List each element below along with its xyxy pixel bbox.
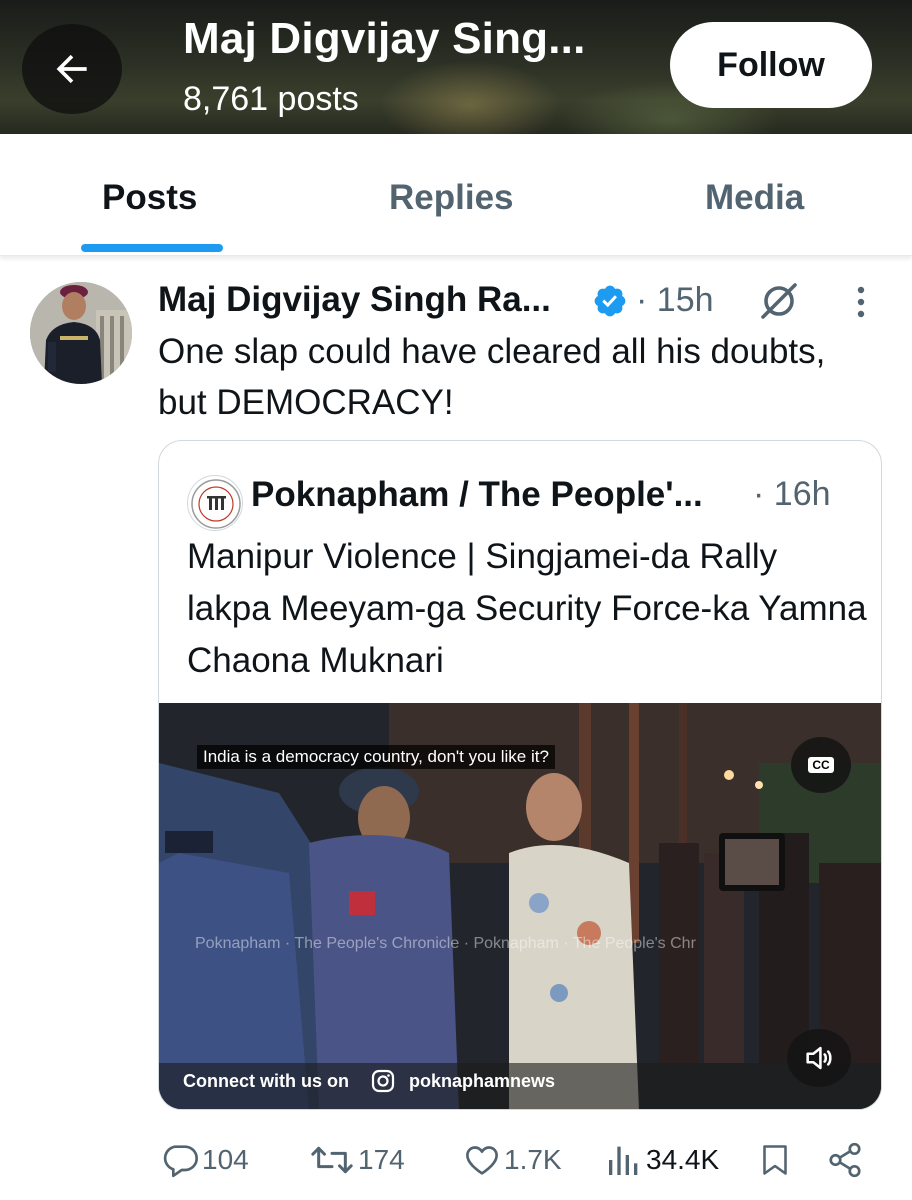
- profile-name: Maj Digvijay Sing...: [183, 14, 586, 63]
- tweet-timestamp[interactable]: · 15h: [636, 281, 714, 320]
- repost-icon: [311, 1146, 353, 1174]
- grok-icon[interactable]: [757, 279, 801, 323]
- instagram-handle: poknaphamnews: [409, 1071, 556, 1091]
- quoted-author-name: Poknapham / The People'...: [251, 475, 703, 514]
- bookmark-icon: [763, 1145, 787, 1175]
- share-icon: [829, 1142, 861, 1178]
- views-button[interactable]: 34.4K: [604, 1140, 719, 1180]
- more-vertical-icon[interactable]: [846, 282, 876, 322]
- quoted-timestamp: · 16h: [753, 475, 831, 514]
- cc-icon: CC: [808, 757, 834, 773]
- author-avatar[interactable]: [30, 282, 132, 384]
- reply-button[interactable]: 104: [160, 1140, 249, 1180]
- video-watermark: Poknapham · The People's Chronicle · Pok…: [195, 935, 696, 952]
- back-arrow-icon: [56, 54, 87, 84]
- quoted-tweet-text: Manipur Violence | Singjamei-da Rally la…: [187, 537, 867, 680]
- share-button[interactable]: [826, 1140, 864, 1180]
- back-button[interactable]: [22, 24, 122, 114]
- repost-count: 174: [358, 1144, 405, 1175]
- quoted-tweet[interactable]: Poknapham / The People'... · 16h Manipur…: [158, 440, 882, 1110]
- post-count: 8,761 posts: [183, 80, 359, 118]
- connect-label: Connect with us on: [183, 1071, 349, 1091]
- tab-media[interactable]: Media: [705, 178, 804, 218]
- tab-posts[interactable]: Posts: [102, 178, 197, 218]
- video-subtitle: India is a democracy country, don't you …: [197, 745, 555, 769]
- follow-button[interactable]: Follow: [670, 22, 872, 108]
- poknapham-logo-icon: [191, 479, 241, 529]
- captions-button[interactable]: CC: [791, 737, 851, 793]
- banner-glow: [380, 60, 560, 134]
- separator-dot: ·: [753, 475, 765, 513]
- author-name[interactable]: Maj Digvijay Singh Ra...: [158, 280, 551, 320]
- views-icon: [609, 1146, 638, 1175]
- quoted-time: 16h: [773, 475, 831, 513]
- like-button[interactable]: 1.7K: [462, 1140, 562, 1180]
- repost-button[interactable]: 174: [308, 1140, 405, 1180]
- video-player[interactable]: Poknapham · The People's Chronicle · Pok…: [159, 703, 881, 1109]
- instagram-icon: [371, 1069, 395, 1093]
- reply-icon: [163, 1145, 198, 1178]
- reply-count: 104: [202, 1144, 249, 1175]
- verified-badge-icon: [594, 285, 626, 317]
- separator-dot: ·: [636, 281, 648, 319]
- quoted-author-avatar: [187, 475, 243, 531]
- like-icon: [466, 1146, 498, 1175]
- mute-button[interactable]: [787, 1029, 851, 1087]
- avatar-photo: [30, 282, 132, 384]
- tab-replies[interactable]: Replies: [389, 178, 514, 218]
- tweet-time: 15h: [656, 281, 714, 319]
- bookmark-button[interactable]: [757, 1140, 793, 1180]
- volume-icon: [806, 1046, 832, 1070]
- profile-header: Maj Digvijay Sing... 8,761 posts Follow: [0, 0, 912, 134]
- profile-tabs: Posts Replies Media: [0, 134, 912, 256]
- like-count: 1.7K: [504, 1144, 562, 1175]
- tweet-text: One slap could have cleared all his doub…: [158, 332, 826, 422]
- active-tab-indicator: [81, 244, 223, 252]
- view-count: 34.4K: [646, 1144, 720, 1175]
